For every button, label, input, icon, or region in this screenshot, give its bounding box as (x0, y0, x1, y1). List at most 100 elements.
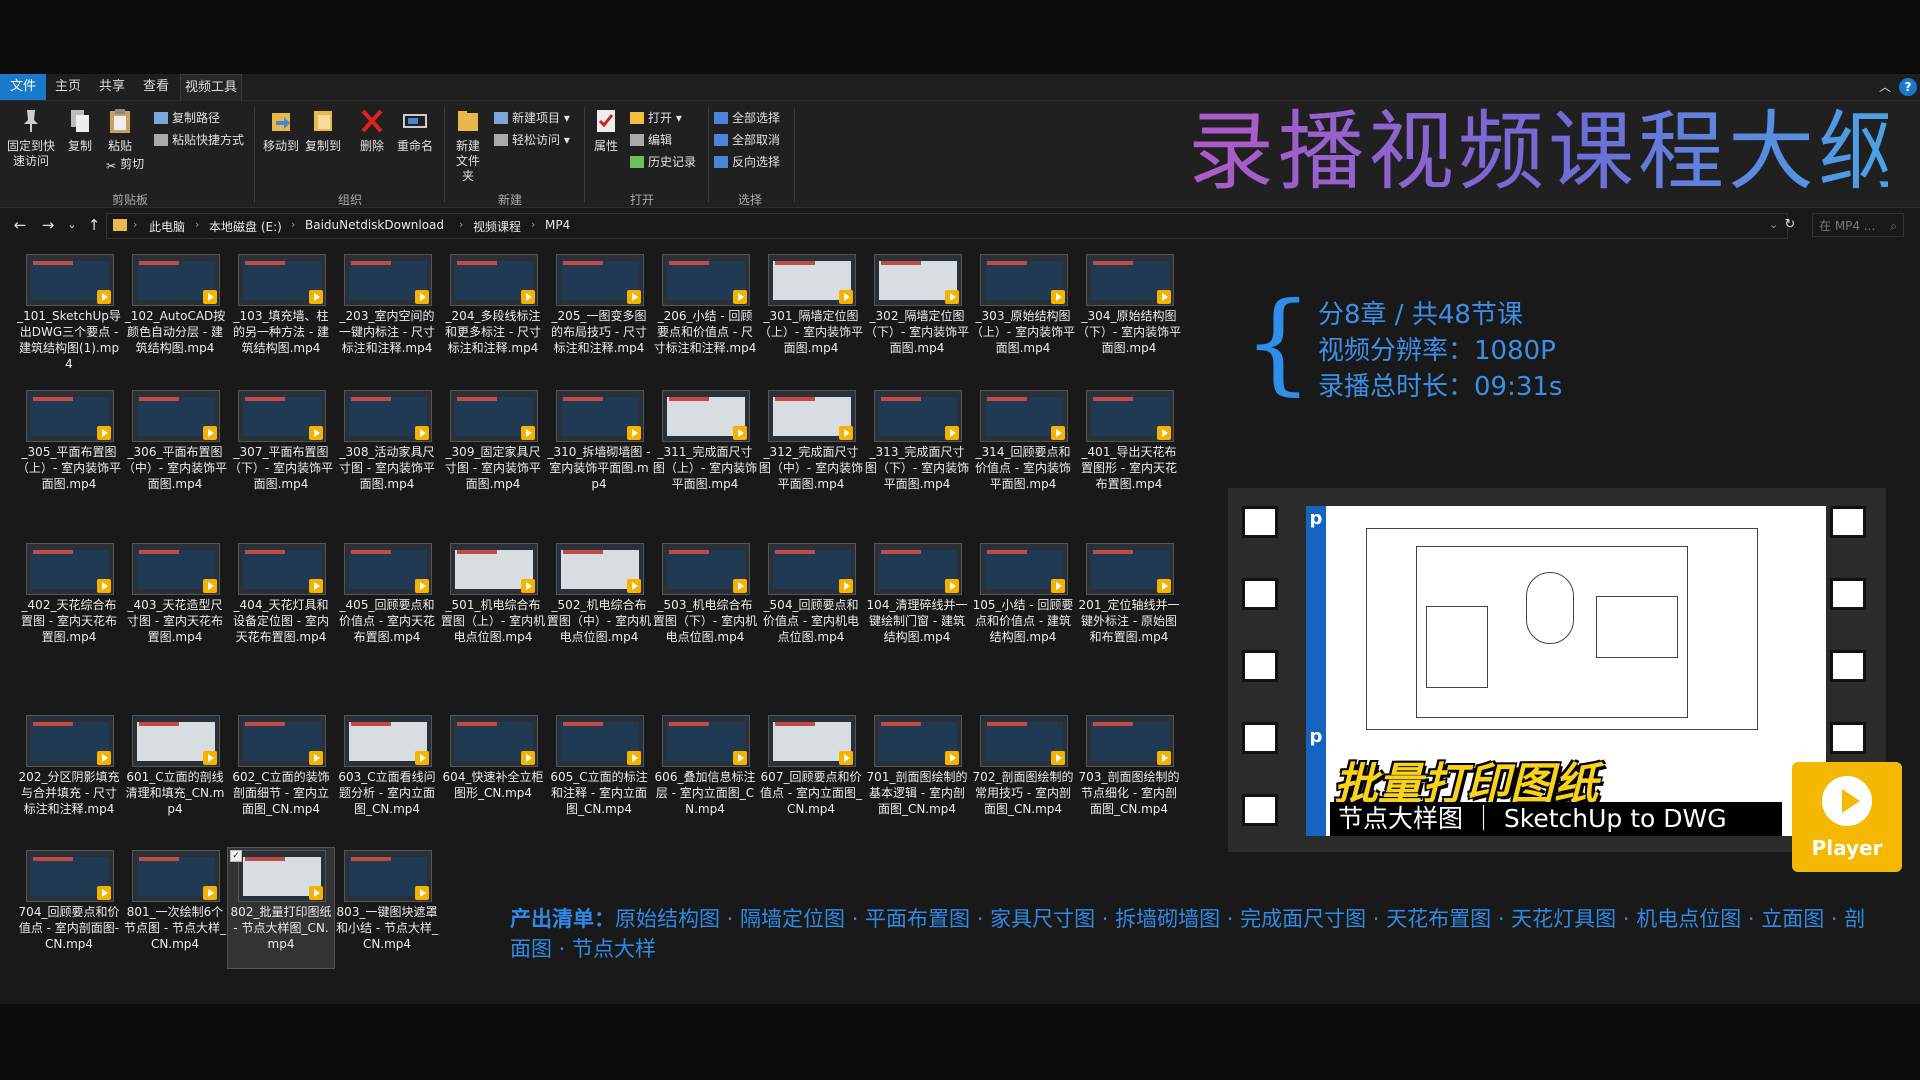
file-name: 702_剖面图绘制的常用技巧 - 室内剖面图_CN.mp4 (972, 770, 1074, 816)
file-item[interactable]: 704_回顾要点和价值点 - 室内剖面图-CN.mp4 (16, 848, 122, 968)
help-icon[interactable]: ? (1899, 78, 1917, 96)
file-item[interactable]: 607_回顾要点和价值点 - 室内立面图_CN.mp4 (758, 713, 864, 833)
crumb-mp4[interactable]: MP4 (545, 218, 570, 232)
file-item[interactable]: 602_C立面的装饰剖面细节 - 室内立面图_CN.mp4 (228, 713, 334, 833)
file-item[interactable]: _206_小结 - 回顾要点和价值点 - 尺寸标注和注释.mp4 (652, 252, 758, 372)
move-to-button[interactable]: 移动到 (260, 107, 302, 154)
tab-video-tools[interactable]: 视频工具 (180, 74, 242, 101)
tab-share[interactable]: 共享 (92, 74, 132, 100)
invert-selection-button[interactable]: 反向选择 (714, 153, 780, 171)
edit-button[interactable]: 编辑 (630, 131, 672, 149)
thumbnail-tag (563, 722, 603, 726)
file-item[interactable]: 601_C立面的剖线清理和填充_CN.mp4 (122, 713, 228, 833)
address-box[interactable]: › 此电脑 › 本地磁盘 (E:) › BaiduNetdiskDownload… (106, 213, 1788, 239)
select-all-button[interactable]: 全部选择 (714, 109, 780, 127)
rename-button[interactable]: 重命名 (394, 107, 436, 154)
file-item[interactable]: _102_AutoCAD按颜色自动分层 - 建筑结构图.mp4 (122, 252, 228, 372)
file-item[interactable]: _310_拆墙砌墙图 - 室内装饰平面图.mp4 (546, 388, 652, 508)
back-arrow-icon[interactable]: ← (10, 215, 30, 235)
file-item[interactable]: _502_机电综合布置图（中）- 室内机电点位图.mp4 (546, 541, 652, 661)
crumb-video-courses[interactable]: 视频课程 (473, 218, 521, 235)
easy-access-button[interactable]: 轻松访问 ▾ (494, 131, 570, 149)
open-button[interactable]: 打开 ▾ (630, 109, 682, 127)
file-item[interactable]: _401_导出天花布置图形 - 室内天花布置图.mp4 (1076, 388, 1182, 508)
file-item[interactable]: 201_定位轴线并一键外标注 - 原始图和布置图.mp4 (1076, 541, 1182, 661)
file-item[interactable]: _301_隔墙定位图（上）- 室内装饰平面图.mp4 (758, 252, 864, 372)
up-arrow-icon[interactable]: ↑ (84, 215, 104, 235)
file-item[interactable]: _312_完成面尺寸图（中）- 室内装饰平面图.mp4 (758, 388, 864, 508)
delete-button[interactable]: 删除 (354, 107, 390, 154)
file-item[interactable]: 605_C立面的标注和注释 - 室内立面图_CN.mp4 (546, 713, 652, 833)
file-item[interactable]: 604_快速补全立柜图形_CN.mp4 (440, 713, 546, 833)
crumb-baidu[interactable]: BaiduNetdiskDownload (305, 218, 444, 232)
file-item[interactable]: _311_完成面尺寸图（上）- 室内装饰平面图.mp4 (652, 388, 758, 508)
paste-button[interactable]: 粘贴 (102, 107, 138, 154)
tab-home[interactable]: 主页 (48, 74, 88, 100)
file-item[interactable]: _403_天花造型尺寸图 - 室内天花布置图.mp4 (122, 541, 228, 661)
collapse-ribbon-icon[interactable]: ︿ (1876, 78, 1894, 96)
file-item[interactable]: 606_叠加信息标注层 - 室内立面图_CN.mp4 (652, 713, 758, 833)
refresh-icon[interactable]: ↻ (1780, 215, 1800, 235)
file-name: 801_一次绘制6个节点图 - 节点大样_CN.mp4 (124, 905, 226, 951)
file-item[interactable]: _305_平面布置图（上）- 室内装饰平面图.mp4 (16, 388, 122, 508)
file-item[interactable]: _101_SketchUp导出DWG三个要点 - 建筑结构图(1).mp4 (16, 252, 122, 372)
copy-button[interactable]: 复制 (62, 107, 98, 154)
file-item[interactable]: 104_清理碎线并一键绘制门窗 - 建筑结构图.mp4 (864, 541, 970, 661)
video-thumbnail (874, 543, 962, 595)
video-thumbnail (980, 254, 1068, 306)
file-item[interactable]: _503_机电综合布置图（下）- 室内机电点位图.mp4 (652, 541, 758, 661)
paste-shortcut-button[interactable]: 粘贴快捷方式 (154, 131, 244, 149)
new-item-button[interactable]: 新建项目 ▾ (494, 109, 570, 127)
file-item[interactable]: _314_回顾要点和价值点 - 室内装饰平面图.mp4 (970, 388, 1076, 508)
address-dropdown-icon[interactable]: ⌄ (1769, 218, 1778, 231)
file-item[interactable]: 703_剖面图绘制的节点细化 - 室内剖面图_CN.mp4 (1076, 713, 1182, 833)
cut-button[interactable]: ✂ 剪切 (106, 155, 144, 173)
copy-to-button[interactable]: 复制到 (302, 107, 344, 154)
history-button[interactable]: 历史记录 (630, 153, 696, 171)
crumb-local-disk[interactable]: 本地磁盘 (E:) (209, 218, 282, 235)
copy-path-button[interactable]: 复制路径 (154, 109, 220, 127)
player-button[interactable]: Player (1792, 762, 1902, 872)
file-item[interactable]: 202_分区阴影填充与合并填充 - 尺寸标注和注释.mp4 (16, 713, 122, 833)
file-item[interactable]: _205_一图变多图的布局技巧 - 尺寸标注和注释.mp4 (546, 252, 652, 372)
video-thumbnail (662, 254, 750, 306)
file-item[interactable]: _303_原始结构图（上）- 室内装饰平面图.mp4 (970, 252, 1076, 372)
crumb-this-pc[interactable]: 此电脑 (149, 218, 185, 235)
file-item[interactable]: _504_回顾要点和价值点 - 室内机电点位图.mp4 (758, 541, 864, 661)
file-item[interactable]: _402_天花综合布置图 - 室内天花布置图.mp4 (16, 541, 122, 661)
search-input[interactable]: 在 MP4 ... ⌕ (1812, 213, 1904, 237)
player-badge-icon (309, 886, 323, 900)
file-item[interactable]: 801_一次绘制6个节点图 - 节点大样_CN.mp4 (122, 848, 228, 968)
forward-arrow-icon[interactable]: → (38, 215, 58, 235)
group-clipboard-label: 剪贴板 (111, 193, 148, 207)
select-none-button[interactable]: 全部取消 (714, 131, 780, 149)
pin-quick-access-button[interactable]: 固定到快速访问 (6, 107, 56, 169)
file-item[interactable]: _404_天花灯具和设备定位图 - 室内天花布置图.mp4 (228, 541, 334, 661)
file-item[interactable]: 702_剖面图绘制的常用技巧 - 室内剖面图_CN.mp4 (970, 713, 1076, 833)
player-badge-icon (839, 579, 853, 593)
file-item[interactable]: _302_隔墙定位图（下）- 室内装饰平面图.mp4 (864, 252, 970, 372)
tab-file[interactable]: 文件 (0, 74, 46, 100)
file-item[interactable]: 105_小结 - 回顾要点和价值点 - 建筑结构图.mp4 (970, 541, 1076, 661)
file-item[interactable]: 603_C立面看线问题分析 - 室内立面图_CN.mp4 (334, 713, 440, 833)
thumbnail-tag (33, 261, 73, 265)
file-item[interactable]: _306_平面布置图（中）- 室内装饰平面图.mp4 (122, 388, 228, 508)
file-item[interactable]: _203_室内空间的一键内标注 - 尺寸标注和注释.mp4 (334, 252, 440, 372)
file-item[interactable]: _309_固定家具尺寸图 - 室内装饰平面图.mp4 (440, 388, 546, 508)
file-item[interactable]: _204_多段线标注和更多标注 - 尺寸标注和注释.mp4 (440, 252, 546, 372)
file-item[interactable]: 803_一键图块遮罩和小结 - 节点大样_CN.mp4 (334, 848, 440, 968)
file-item[interactable]: _103_填充墙、柱的另一种方法 - 建筑结构图.mp4 (228, 252, 334, 372)
file-item[interactable]: _405_回顾要点和价值点 - 室内天花布置图.mp4 (334, 541, 440, 661)
new-folder-button[interactable]: 新建文件夹 (448, 107, 488, 184)
file-item[interactable]: ✓ 802_批量打印图纸 - 节点大样图_CN.mp4 (227, 847, 335, 969)
file-item[interactable]: _308_活动家具尺寸图 - 室内装饰平面图.mp4 (334, 388, 440, 508)
file-item[interactable]: _304_原始结构图（下）- 室内装饰平面图.mp4 (1076, 252, 1182, 372)
selection-checkbox[interactable]: ✓ (230, 850, 242, 862)
file-item[interactable]: 701_剖面图绘制的基本逻辑 - 室内剖面图_CN.mp4 (864, 713, 970, 833)
recent-dropdown-icon[interactable]: ⌄ (62, 215, 82, 235)
tab-view[interactable]: 查看 (136, 74, 176, 100)
file-item[interactable]: _501_机电综合布置图（上）- 室内机电点位图.mp4 (440, 541, 546, 661)
file-item[interactable]: _313_完成面尺寸图（下）- 室内装饰平面图.mp4 (864, 388, 970, 508)
properties-button[interactable]: 属性 (588, 107, 624, 154)
file-item[interactable]: _307_平面布置图（下）- 室内装饰平面图.mp4 (228, 388, 334, 508)
